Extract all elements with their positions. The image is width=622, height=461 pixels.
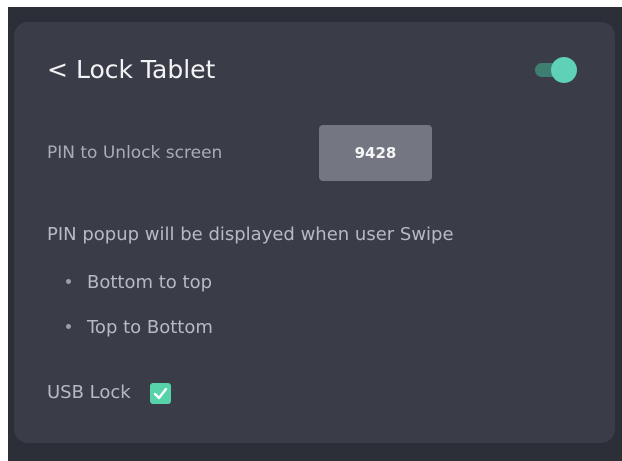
page-title: Lock Tablet xyxy=(75,55,216,84)
lock-tablet-toggle[interactable] xyxy=(535,57,577,83)
usb-lock-row: USB Lock xyxy=(47,381,171,405)
swipe-option-label: Top to Bottom xyxy=(87,317,213,338)
checkmark-icon xyxy=(153,387,168,399)
swipe-option-top-to-bottom: Top to Bottom xyxy=(66,315,213,341)
pin-row: PIN to Unlock screen 9428 xyxy=(47,125,467,181)
bullet-icon xyxy=(66,278,71,284)
usb-lock-label: USB Lock xyxy=(47,382,131,403)
toggle-knob xyxy=(551,57,577,83)
swipe-option-bottom-to-top: Bottom to top xyxy=(66,270,212,296)
header-row: < Lock Tablet xyxy=(47,52,577,88)
usb-lock-checkbox[interactable] xyxy=(149,382,171,404)
bullet-icon xyxy=(66,323,71,329)
back-chevron-icon: < xyxy=(47,55,68,84)
pin-label: PIN to Unlock screen xyxy=(47,143,223,163)
swipe-option-label: Bottom to top xyxy=(87,272,213,293)
swipe-description: PIN popup will be displayed when user Sw… xyxy=(47,224,454,245)
pin-input[interactable]: 9428 xyxy=(319,125,432,181)
back-button[interactable]: < Lock Tablet xyxy=(47,52,215,88)
